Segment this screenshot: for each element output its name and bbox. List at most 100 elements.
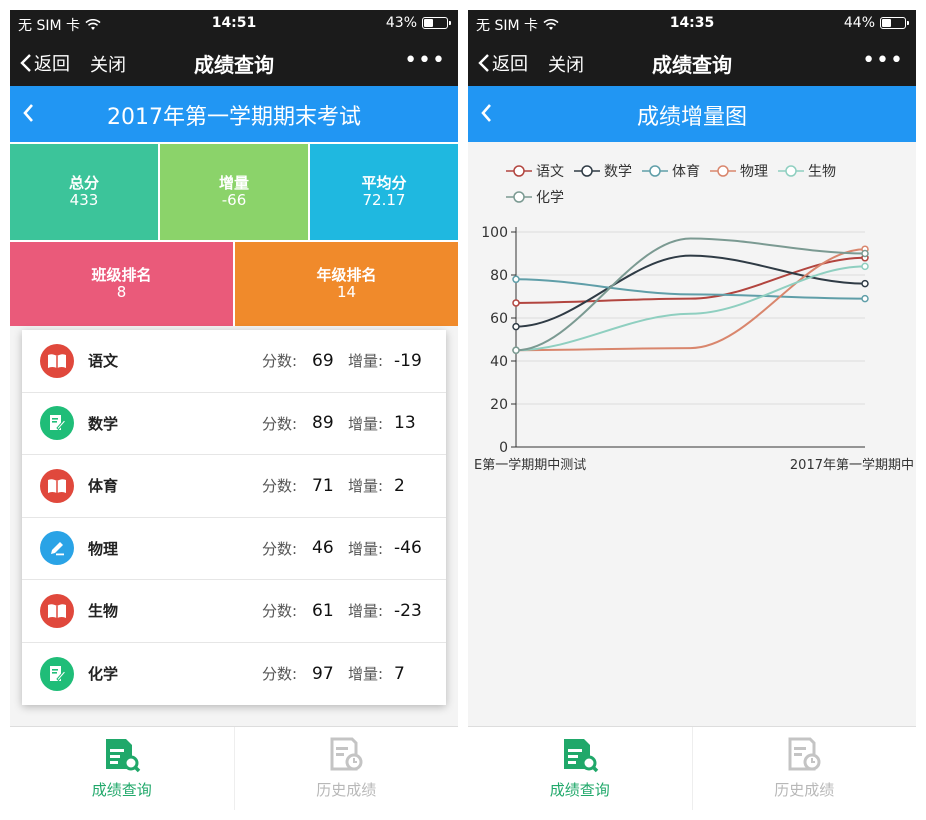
chart-title: 成绩增量图 — [636, 105, 747, 130]
tile-label: 班级排名 — [91, 265, 152, 284]
delta-label: 增量: — [348, 477, 384, 496]
close-button[interactable]: 关闭 — [90, 51, 126, 77]
data-point — [861, 294, 869, 303]
tile-label: 平均分 — [361, 173, 407, 192]
subject-row[interactable]: 体育 分数: 71 增量: 2 — [22, 455, 446, 518]
tab-score-query[interactable]: 成绩查询 — [468, 727, 692, 810]
series-line — [515, 278, 866, 300]
score-label: 分数: — [262, 539, 298, 558]
tile-label: 增量 — [218, 173, 249, 192]
summary-tiles: 总分 433 增量 -66 平均分 72.17 班级排名 8 年级排名 14 — [10, 142, 458, 326]
data-point — [512, 299, 520, 307]
subject-row[interactable]: 物理 分数: 46 增量: -46 — [22, 518, 446, 580]
subject-name: 体育 — [88, 477, 119, 496]
back-button[interactable]: 返回 — [478, 50, 528, 76]
chevron-left-icon — [20, 54, 31, 72]
subject-name: 数学 — [88, 414, 119, 433]
battery-percent: 43% — [385, 15, 417, 31]
y-tick-label: 100 — [481, 225, 508, 241]
tile-delta: 增量 -66 — [160, 144, 308, 240]
score-value: 69 — [312, 350, 334, 371]
subject-row[interactable]: 语文 分数: 69 增量: -19 — [22, 330, 446, 393]
data-point — [861, 279, 869, 288]
tile-value: 433 — [69, 191, 99, 209]
delta-label: 增量: — [348, 352, 384, 371]
tab-score-query[interactable]: 成绩查询 — [10, 727, 234, 810]
tab-history[interactable]: 历史成绩 — [691, 727, 917, 810]
history-doc-icon — [330, 737, 363, 771]
chevron-left-icon — [478, 54, 489, 72]
subject-name: 物理 — [88, 539, 119, 558]
back-label: 返回 — [34, 54, 70, 75]
battery-percent: 44% — [843, 15, 875, 31]
subject-name: 化学 — [88, 665, 119, 684]
exam-header: 2017年第一学期期末考试 — [10, 86, 458, 142]
y-tick-label: 60 — [490, 311, 508, 327]
subject-row[interactable]: 化学 分数: 97 增量: 7 — [22, 643, 446, 706]
subject-row[interactable]: 数学 分数: 89 增量: 13 — [22, 393, 446, 455]
back-button[interactable]: 返回 — [20, 50, 70, 76]
tab-bar: 成绩查询 历史成绩 — [468, 726, 916, 810]
x-tick-label: 2017年第一学期期中 — [790, 457, 914, 472]
data-point — [861, 249, 869, 258]
score-value: 61 — [312, 600, 334, 621]
nav-bar: 返回 关闭 成绩查询 ••• — [10, 38, 458, 86]
y-tick-label: 40 — [490, 354, 508, 370]
battery-icon — [422, 17, 451, 29]
tab-history[interactable]: 历史成绩 — [233, 727, 459, 810]
tab-label: 历史成绩 — [316, 781, 377, 799]
history-doc-icon — [788, 737, 821, 771]
delta-label: 增量: — [348, 665, 384, 684]
tile-total: 总分 433 — [10, 144, 158, 240]
report-search-icon — [563, 739, 598, 773]
battery-icon — [880, 17, 909, 29]
subject-name: 生物 — [88, 602, 119, 621]
tab-label: 历史成绩 — [774, 781, 835, 799]
exam-title: 2017年第一学期期末考试 — [107, 105, 361, 130]
score-value: 97 — [312, 663, 334, 684]
tab-label: 成绩查询 — [549, 781, 610, 799]
tile-value: 14 — [336, 283, 357, 301]
delta-value: -46 — [394, 538, 422, 559]
y-tick-label: 80 — [490, 268, 508, 284]
score-label: 分数: — [262, 352, 298, 371]
pen-icon — [40, 531, 74, 566]
phone-screen-score-query: 无 SIM 卡 14:51 43% 返回 关闭 成绩查询 ••• 2017年第一… — [10, 10, 458, 810]
subject-name: 语文 — [88, 352, 119, 371]
more-button[interactable]: ••• — [862, 48, 904, 73]
data-point — [512, 322, 520, 331]
status-bar: 无 SIM 卡 14:51 43% — [10, 10, 458, 38]
page-title: 成绩查询 — [194, 53, 274, 77]
tile-class-rank: 班级排名 8 — [10, 242, 233, 326]
close-button[interactable]: 关闭 — [548, 51, 584, 77]
nav-bar: 返回 关闭 成绩查询 ••• — [468, 38, 916, 86]
y-tick-label: 20 — [490, 397, 508, 413]
book-icon — [40, 468, 74, 503]
tile-value: 72.17 — [362, 191, 406, 209]
tile-label: 总分 — [68, 173, 99, 192]
tile-grade-rank: 年级排名 14 — [235, 242, 458, 326]
y-tick-label: 0 — [499, 440, 508, 456]
x-tick-label: E第一学期期中测试 — [474, 457, 586, 472]
delta-label: 增量: — [348, 539, 384, 558]
book-icon — [40, 593, 74, 628]
subject-row[interactable]: 生物 分数: 61 增量: -23 — [22, 580, 446, 643]
delta-value: -23 — [394, 600, 422, 621]
subject-list: 语文 分数: 69 增量: -19 数学 分数: 89 增量: 13 体育 分数: 71 增量: 2 物理 分数… — [22, 330, 446, 705]
delta-label: 增量: — [348, 414, 384, 433]
phone-screen-delta-chart: 无 SIM 卡 14:35 44% 返回 关闭 成绩查询 ••• 成绩增量图 语… — [468, 10, 916, 810]
score-value: 46 — [312, 538, 334, 559]
status-bar: 无 SIM 卡 14:35 44% — [468, 10, 916, 38]
back-label: 返回 — [492, 54, 528, 75]
score-label: 分数: — [262, 665, 298, 684]
delta-value: 2 — [394, 475, 405, 496]
score-value: 71 — [312, 475, 334, 496]
series-line — [515, 248, 866, 352]
delta-value: 7 — [394, 663, 405, 684]
data-point — [861, 262, 869, 271]
delta-value: 13 — [394, 413, 416, 434]
series-line — [515, 256, 866, 304]
book-icon — [40, 343, 74, 378]
more-button[interactable]: ••• — [404, 48, 446, 73]
delta-label: 增量: — [348, 602, 384, 621]
